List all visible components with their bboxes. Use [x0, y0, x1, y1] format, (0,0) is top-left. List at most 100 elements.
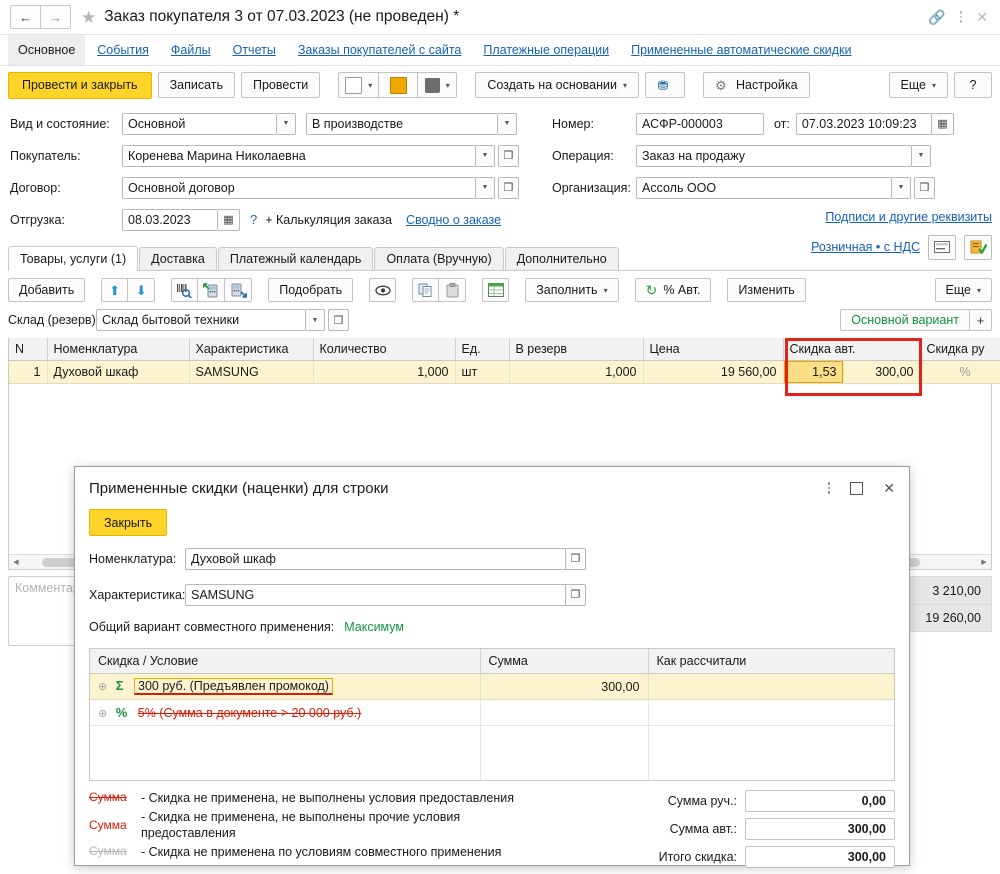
- cell-condition-1[interactable]: ⊕ Σ 300 руб. (Предъявлен промокод): [90, 673, 481, 700]
- paste-icon[interactable]: [439, 278, 467, 302]
- barcode-scan-icon[interactable]: [171, 278, 199, 302]
- pick-button[interactable]: Подобрать: [268, 278, 354, 302]
- cell-discount-manual[interactable]: %: [920, 360, 1000, 384]
- number-field[interactable]: АСФР-000003: [636, 112, 764, 135]
- state-field[interactable]: В производстве: [306, 112, 498, 135]
- arrow-up-icon[interactable]: ⬆: [101, 278, 129, 302]
- write-button[interactable]: Записать: [157, 72, 235, 98]
- kebab-menu-icon[interactable]: [827, 482, 831, 494]
- printer-icon[interactable]: ▾: [418, 72, 458, 98]
- cell-empty-1[interactable]: [90, 725, 481, 780]
- col-price[interactable]: Цена: [643, 338, 784, 361]
- buyer-field[interactable]: Коренева Марина Николаевна: [122, 144, 476, 167]
- expand-plus-icon[interactable]: ⊕: [98, 708, 107, 720]
- col-reserve[interactable]: В резерв: [509, 338, 644, 361]
- signatures-link[interactable]: Подписи и другие реквизиты: [825, 210, 992, 224]
- calendar-icon[interactable]: ▦: [218, 208, 240, 231]
- change-button[interactable]: Изменить: [727, 278, 806, 302]
- more-button[interactable]: Еще ▾: [888, 72, 948, 98]
- structure-tree-icon[interactable]: ⛃: [645, 72, 686, 98]
- cell-nomenclature[interactable]: Духовой шкаф: [47, 360, 190, 384]
- forward-icon[interactable]: →: [41, 5, 71, 29]
- kebab-menu-icon[interactable]: [959, 11, 963, 23]
- nav-item-avtomaticheskie-skidki[interactable]: Примененные автоматические скидки: [621, 35, 861, 65]
- nav-item-otchety[interactable]: Отчеты: [223, 35, 286, 65]
- arrow-down-icon[interactable]: ⬇: [128, 278, 156, 302]
- document-report-icon[interactable]: ▾: [338, 72, 380, 98]
- date-field[interactable]: 07.03.2023 10:09:23: [795, 112, 932, 135]
- link-icon[interactable]: 🔗: [928, 10, 945, 24]
- star-icon[interactable]: ★: [81, 9, 96, 26]
- sum-total-field[interactable]: 300,00: [745, 846, 895, 868]
- cell-unit[interactable]: шт: [455, 360, 510, 384]
- nav-item-zakazy-s-sajta[interactable]: Заказы покупателей с сайта: [288, 35, 472, 65]
- close-icon[interactable]: ✕: [883, 481, 895, 495]
- warehouse-field[interactable]: Склад бытовой техники: [96, 309, 306, 331]
- dialog-characteristic-open-icon[interactable]: ❐: [565, 583, 586, 606]
- order-summary-link[interactable]: Сводно о заказе: [406, 213, 501, 227]
- spreadsheet-icon[interactable]: [482, 278, 510, 302]
- post-and-close-button[interactable]: Провести и закрыть: [8, 71, 152, 99]
- post-button[interactable]: Провести: [240, 72, 321, 98]
- col-discount-auto[interactable]: Скидка авт.: [783, 338, 921, 361]
- tax-check-icon[interactable]: [964, 234, 992, 260]
- cell-reserve[interactable]: 1,000: [509, 360, 644, 384]
- operation-dropdown-icon[interactable]: ▼: [912, 144, 931, 167]
- tab-platezhnyj-kalendar[interactable]: Платежный календарь: [217, 247, 374, 270]
- cell-condition-2[interactable]: ⊕ % 5% (Сумма в документе > 20 000 руб.): [90, 699, 481, 726]
- nav-item-osnovnoe[interactable]: Основное: [8, 35, 86, 65]
- table-more-button[interactable]: Еще ▾: [934, 278, 992, 302]
- cell-discount-auto-percent[interactable]: 1,53: [783, 360, 844, 384]
- cell-how-2[interactable]: [648, 699, 894, 726]
- tab-tovary-uslugi[interactable]: Товары, услуги (1): [8, 246, 139, 271]
- auto-percent-button[interactable]: ↻ % Авт.: [634, 278, 712, 302]
- scroll-right-icon[interactable]: ▶: [977, 558, 991, 566]
- cell-amount-1[interactable]: 300,00: [480, 673, 649, 700]
- state-dropdown-icon[interactable]: ▼: [498, 112, 517, 135]
- maximize-icon[interactable]: [850, 481, 864, 495]
- sum-auto-field[interactable]: 300,00: [745, 818, 895, 840]
- organization-dropdown-icon[interactable]: ▼: [892, 176, 911, 199]
- dialog-nomenclature-open-icon[interactable]: ❐: [565, 547, 586, 570]
- col-amount[interactable]: Сумма: [480, 649, 649, 674]
- close-icon[interactable]: ✕: [976, 10, 988, 24]
- nav-item-platezhnye-operacii[interactable]: Платежные операции: [473, 35, 619, 65]
- tsd-import-icon[interactable]: [198, 278, 226, 302]
- table-row[interactable]: ⊕ Σ 300 руб. (Предъявлен промокод) 300,0…: [90, 673, 894, 700]
- nav-item-sobytiya[interactable]: События: [87, 35, 159, 65]
- settings-button[interactable]: ⚙ Настройка: [703, 72, 810, 98]
- cell-discount-auto-sum[interactable]: 300,00: [843, 360, 921, 384]
- warehouse-dropdown-icon[interactable]: ▼: [306, 309, 325, 331]
- cell-how-1[interactable]: [648, 673, 894, 700]
- table-row-empty[interactable]: [90, 725, 894, 780]
- tab-oplata[interactable]: Оплата (Вручную): [374, 247, 504, 270]
- variant-button[interactable]: Основной вариант: [840, 309, 970, 331]
- col-nomenclature[interactable]: Номенклатура: [47, 338, 190, 361]
- contract-field[interactable]: Основной договор: [122, 176, 476, 199]
- cell-amount-2[interactable]: [480, 699, 649, 726]
- kind-field[interactable]: Основной: [122, 112, 277, 135]
- cell-n[interactable]: 1: [9, 360, 48, 384]
- kind-dropdown-icon[interactable]: ▼: [277, 112, 296, 135]
- tab-dostavka[interactable]: Доставка: [139, 247, 217, 270]
- price-type-link[interactable]: Розничная • с НДС: [811, 240, 920, 254]
- add-row-button[interactable]: Добавить: [8, 278, 86, 302]
- dialog-close-button[interactable]: Закрыть: [89, 509, 168, 536]
- col-unit[interactable]: Ед.: [455, 338, 510, 361]
- col-quantity[interactable]: Количество: [313, 338, 456, 361]
- operation-field[interactable]: Заказ на продажу: [636, 144, 912, 167]
- eye-icon[interactable]: [369, 278, 397, 302]
- col-characteristic[interactable]: Характеристика: [189, 338, 314, 361]
- shipment-help-icon[interactable]: ?: [250, 212, 257, 227]
- contract-open-icon[interactable]: ❐: [498, 176, 519, 199]
- fill-button[interactable]: Заполнить ▾: [525, 278, 619, 302]
- cell-empty-2[interactable]: [480, 725, 649, 780]
- scroll-left-icon[interactable]: ◀: [9, 558, 23, 566]
- col-discount-manual[interactable]: Скидка ру: [920, 338, 1000, 361]
- expand-plus-icon[interactable]: ⊕: [98, 681, 107, 693]
- buyer-open-icon[interactable]: ❐: [498, 144, 519, 167]
- payment-card-icon[interactable]: [928, 234, 956, 260]
- cell-characteristic[interactable]: SAMSUNG: [189, 360, 314, 384]
- back-icon[interactable]: ←: [10, 5, 41, 29]
- nav-item-fajly[interactable]: Файлы: [161, 35, 221, 65]
